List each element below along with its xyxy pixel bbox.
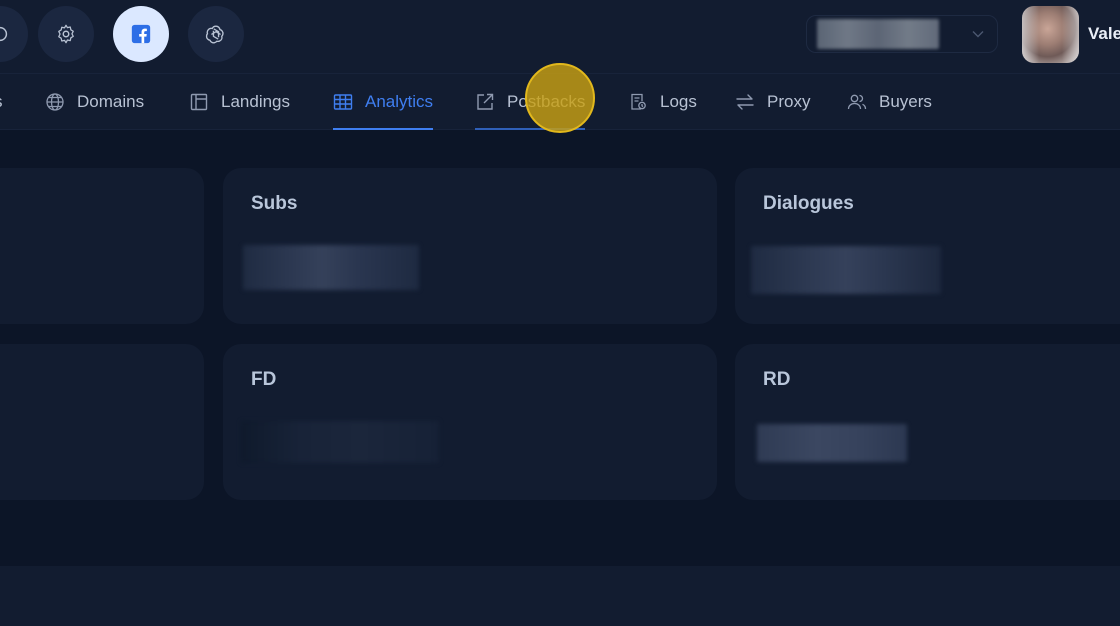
card-value-redacted — [757, 424, 907, 462]
stat-card-fd: FD — [223, 344, 717, 500]
settings-button[interactable] — [38, 6, 94, 62]
card-value-redacted — [243, 245, 419, 290]
nav-item-label: Buyers — [879, 92, 932, 111]
nav-item-label: Logs — [660, 92, 697, 111]
card-value-redacted — [751, 246, 941, 294]
stat-card-rd: RD — [735, 344, 1120, 500]
layout-icon — [190, 93, 208, 111]
partial-icon — [0, 26, 8, 42]
facebook-button[interactable] — [113, 6, 169, 62]
card-title: Dialogues — [763, 193, 854, 214]
globe-icon — [46, 93, 64, 111]
partial-icon-button[interactable] — [0, 6, 28, 62]
avatar[interactable] — [1022, 6, 1079, 63]
chevron-down-icon — [972, 31, 984, 38]
account-select[interactable] — [806, 15, 998, 53]
gear-icon — [58, 24, 74, 44]
analytics-content: Subs Dialogues FD RD — [0, 130, 1120, 566]
log-document-icon — [631, 93, 646, 110]
nav-item-proxy[interactable]: Proxy — [735, 74, 810, 130]
nav-item-buyers[interactable]: Buyers — [847, 74, 932, 130]
openai-button[interactable] — [188, 6, 244, 62]
stat-card — [0, 344, 204, 500]
nav-item-label: Analytics — [365, 92, 434, 111]
stat-card-dialogues: Dialogues — [735, 168, 1120, 324]
card-title: FD — [251, 369, 277, 390]
users-icon — [847, 94, 867, 110]
user-name: Vale — [1088, 24, 1120, 43]
nav-item-logs[interactable]: Logs — [628, 74, 697, 130]
nav-item-label: Domains — [77, 92, 145, 111]
swap-arrows-icon — [736, 94, 754, 110]
account-select-value-redacted — [817, 19, 939, 49]
nav-item-analytics[interactable]: Analytics — [333, 74, 434, 130]
footer-area — [0, 566, 1120, 626]
external-link-icon — [477, 93, 494, 110]
table-icon — [333, 94, 353, 110]
nav-item-domains[interactable]: Domains — [45, 74, 144, 130]
nav-item-label: s — [0, 92, 3, 112]
nav-item-label: Landings — [221, 92, 291, 111]
facebook-icon — [131, 24, 151, 44]
nav-item-partial[interactable]: s — [0, 74, 3, 130]
card-title: RD — [763, 369, 791, 390]
click-indicator — [525, 63, 595, 133]
app-window: Vale s Domains Landings — [0, 0, 1120, 626]
openai-icon — [205, 25, 224, 44]
nav-item-label: Proxy — [767, 92, 811, 111]
stat-card-subs: Subs — [223, 168, 717, 324]
nav-item-landings[interactable]: Landings — [189, 74, 290, 130]
stat-card — [0, 168, 204, 324]
card-value-redacted — [241, 421, 439, 463]
card-title: Subs — [251, 193, 298, 214]
